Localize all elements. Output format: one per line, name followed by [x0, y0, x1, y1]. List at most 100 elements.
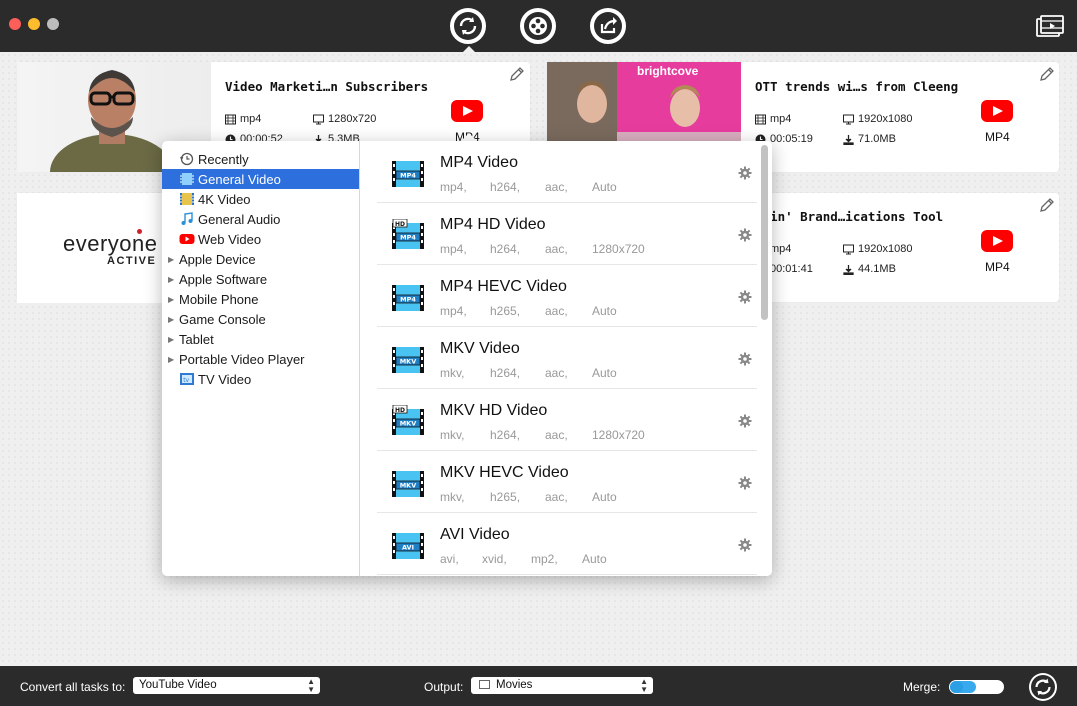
- video-format-icon: MP4: [392, 285, 424, 311]
- format-picker-popup: Recently General Video 4K Video General Aud…: [162, 141, 772, 576]
- svg-text:AVI: AVI: [402, 544, 414, 552]
- close-window-button[interactable]: [9, 18, 21, 30]
- format-item[interactable]: MP4 MP4 Video mp4, h264, aac, Auto: [377, 141, 757, 203]
- convert-all-button[interactable]: [1029, 673, 1057, 701]
- format-spec: mkv,: [440, 366, 465, 380]
- category-list: Recently General Video 4K Video General Aud…: [162, 141, 360, 576]
- gear-icon[interactable]: [738, 228, 752, 242]
- gear-icon[interactable]: [738, 538, 752, 552]
- category-label: Tablet: [179, 331, 214, 347]
- format-spec: avi,: [440, 552, 459, 566]
- video-format: mp4: [225, 113, 261, 125]
- gear-icon[interactable]: [738, 414, 752, 428]
- category-label: Mobile Phone: [179, 291, 259, 307]
- svg-text:tv: tv: [183, 377, 189, 384]
- format-spec: h264,: [490, 242, 521, 256]
- category-item[interactable]: ▶ Apple Software: [162, 269, 359, 289]
- merge-label: Merge:: [903, 680, 941, 694]
- edit-pencil-icon[interactable]: [1039, 66, 1055, 82]
- gear-icon[interactable]: [738, 166, 752, 180]
- category-item[interactable]: ▶ Mobile Phone: [162, 289, 359, 309]
- svg-text:MKV: MKV: [400, 420, 417, 428]
- folder-icon: [479, 680, 490, 689]
- format-list-scrollbar[interactable]: [761, 145, 768, 320]
- format-name: MP4 HEVC Video: [440, 278, 567, 295]
- category-item[interactable]: General Audio: [162, 209, 359, 229]
- video-format-icon: MKV: [392, 471, 424, 497]
- merge-toggle[interactable]: [949, 680, 1004, 694]
- edit-pencil-icon[interactable]: [1039, 197, 1055, 213]
- category-item[interactable]: Recently: [162, 149, 359, 169]
- format-spec: xvid,: [482, 552, 507, 566]
- disclosure-triangle-icon[interactable]: ▶: [168, 335, 177, 344]
- category-item[interactable]: ▶ Portable Video Player: [162, 349, 359, 369]
- category-item[interactable]: General Video: [162, 169, 359, 189]
- format-spec: aac,: [545, 366, 568, 380]
- svg-text:HD: HD: [395, 407, 405, 414]
- category-item[interactable]: 4K Video: [162, 189, 359, 209]
- edit-pencil-icon[interactable]: [509, 66, 525, 82]
- format-spec: mp4,: [440, 242, 467, 256]
- share-icon: [594, 12, 622, 40]
- format-spec: h264,: [490, 180, 521, 194]
- format-item[interactable]: MP4 HD MP4 HD Video mp4, h264, aac, 1280x720: [377, 203, 757, 265]
- category-label: Apple Device: [179, 251, 256, 267]
- category-item[interactable]: ▶ Apple Device: [162, 249, 359, 269]
- category-label: 4K Video: [198, 191, 251, 207]
- music-note-icon: [179, 212, 195, 226]
- gear-icon[interactable]: [738, 476, 752, 490]
- format-item[interactable]: MKV HD MKV HD Video mkv, h264, aac, 1280x720: [377, 389, 757, 451]
- format-spec: mkv,: [440, 490, 465, 504]
- thumbnail-logo-text: everyone: [63, 231, 158, 256]
- format-spec: mp4,: [440, 180, 467, 194]
- minimize-window-button[interactable]: [28, 18, 40, 30]
- convert-all-select[interactable]: YouTube Video ▲ ▼: [133, 677, 320, 694]
- media-browser-icon[interactable]: [1035, 14, 1065, 40]
- format-spec: h265,: [490, 304, 521, 318]
- disclosure-triangle-icon[interactable]: ▶: [168, 255, 177, 264]
- format-name: MKV Video: [440, 340, 520, 357]
- share-tab-button[interactable]: [590, 8, 626, 44]
- disclosure-triangle-icon[interactable]: ▶: [168, 295, 177, 304]
- category-label: Portable Video Player: [179, 351, 305, 367]
- category-item[interactable]: ▶ Tablet: [162, 329, 359, 349]
- thumbnail-logo-subtext: ACTIVE: [107, 255, 157, 267]
- target-format-label: MP4: [985, 260, 1010, 274]
- disclosure-triangle-icon[interactable]: ▶: [168, 315, 177, 324]
- category-label: TV Video: [198, 371, 252, 387]
- format-item[interactable]: MP4 MP4 HEVC Video mp4, h265, aac, Auto: [377, 265, 757, 327]
- output-select[interactable]: Movies ▲ ▼: [471, 677, 653, 694]
- category-item[interactable]: ▶ Game Console: [162, 309, 359, 329]
- gear-icon[interactable]: [738, 352, 752, 366]
- youtube-icon[interactable]: [451, 100, 483, 122]
- film-icon: [179, 172, 195, 186]
- youtube-icon[interactable]: [981, 100, 1013, 122]
- video-resolution: 1920x1080: [843, 113, 912, 125]
- disclosure-triangle-icon[interactable]: ▶: [168, 355, 177, 364]
- format-item[interactable]: MKV MKV Video mkv, h264, aac, Auto: [377, 327, 757, 389]
- gear-icon[interactable]: [738, 290, 752, 304]
- video-format-icon: MKV: [392, 347, 424, 373]
- disclosure-triangle-icon[interactable]: ▶: [168, 275, 177, 284]
- category-item[interactable]: Web Video: [162, 229, 359, 249]
- category-item[interactable]: tv TV Video: [162, 369, 359, 389]
- format-item[interactable]: MKV MKV HEVC Video mkv, h265, aac, Auto: [377, 451, 757, 513]
- video-size: 44.1MB: [843, 263, 896, 275]
- youtube-icon[interactable]: [981, 230, 1013, 252]
- format-item[interactable]: AVI AVI Video avi, xvid, mp2, Auto: [377, 513, 757, 575]
- clock-icon: [179, 152, 195, 166]
- video-resolution: 1920x1080: [843, 243, 912, 255]
- output-value: Movies: [496, 679, 533, 691]
- convert-tab-button[interactable]: [450, 8, 486, 44]
- svg-text:MKV: MKV: [400, 482, 417, 490]
- film-reel-tab-button[interactable]: [520, 8, 556, 44]
- format-name: MKV HD Video: [440, 402, 548, 419]
- format-spec: 1280x720: [592, 428, 645, 442]
- format-spec: aac,: [545, 180, 568, 194]
- video-resolution: 1280x720: [313, 113, 376, 125]
- format-list: MP4 MP4 Video mp4, h264, aac, Auto MP4 HD MP4 HD…: [377, 141, 757, 576]
- select-arrows-icon: ▲ ▼: [307, 677, 315, 694]
- zoom-window-button[interactable]: [47, 18, 59, 30]
- format-name: MP4 Video: [440, 154, 518, 171]
- video-format: mp4: [755, 113, 791, 125]
